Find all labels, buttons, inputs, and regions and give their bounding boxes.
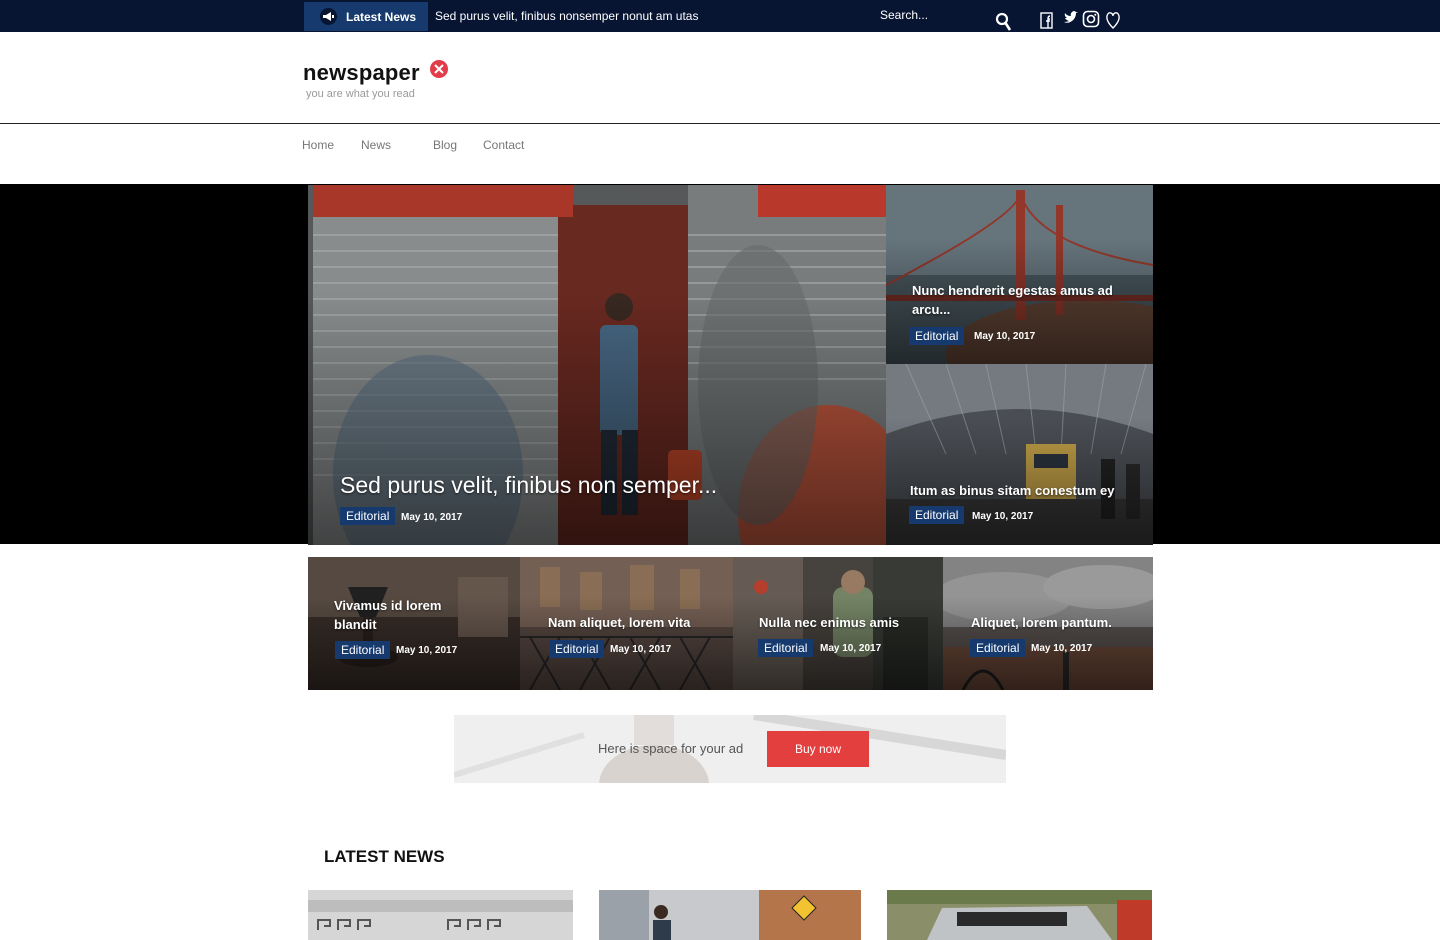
buy-now-button[interactable]: Buy now bbox=[767, 731, 869, 767]
site-tagline: you are what you read bbox=[306, 88, 415, 100]
featured-side-date-1: May 10, 2017 bbox=[974, 331, 1036, 342]
strip-date-2: May 10, 2017 bbox=[610, 644, 672, 655]
instagram-icon[interactable] bbox=[1082, 10, 1100, 30]
logo-pen-icon bbox=[430, 60, 448, 78]
twitter-icon[interactable] bbox=[1063, 10, 1081, 30]
heart-icon[interactable] bbox=[1105, 10, 1123, 30]
latest-news-heading: LATEST NEWS bbox=[324, 847, 445, 866]
featured-side-card-2[interactable]: Itum as binus sitam conestum ey Editoria… bbox=[886, 364, 1153, 545]
brand-header: newspaper you are what you read bbox=[0, 32, 1440, 124]
strip-category-3[interactable]: Editorial bbox=[758, 639, 814, 657]
strip-category-2[interactable]: Editorial bbox=[549, 640, 605, 658]
featured-main-category[interactable]: Editorial bbox=[340, 507, 396, 525]
featured-side-category-1[interactable]: Editorial bbox=[909, 327, 965, 345]
strip-date-3: May 10, 2017 bbox=[820, 643, 882, 654]
strip-title-2[interactable]: Nam aliquet, lorem vita bbox=[548, 613, 718, 632]
strip-date-4: May 10, 2017 bbox=[1031, 643, 1093, 654]
featured-side-title-2[interactable]: Itum as binus sitam conestum ey bbox=[910, 481, 1145, 500]
featured-side-card-1[interactable]: Nunc hendrerit egestas amus ad arcu... E… bbox=[886, 185, 1153, 364]
featured-main-title[interactable]: Sed purus velit, finibus non semper... bbox=[340, 471, 717, 499]
search-input[interactable] bbox=[880, 6, 990, 24]
ad-banner[interactable]: Here is space for your ad Buy now bbox=[454, 715, 1006, 783]
latest-card-3-image[interactable] bbox=[887, 890, 1152, 940]
nav-home[interactable]: Home bbox=[302, 138, 334, 152]
strip-title-4[interactable]: Aliquet, lorem pantum. bbox=[971, 613, 1141, 632]
strip-card-4[interactable]: Aliquet, lorem pantum. Editorial May 10,… bbox=[943, 557, 1153, 690]
featured-side-date-2: May 10, 2017 bbox=[972, 511, 1034, 522]
featured-side-title-1[interactable]: Nunc hendrerit egestas amus ad arcu... bbox=[912, 281, 1132, 319]
search-icon[interactable] bbox=[995, 12, 1013, 32]
megaphone-icon bbox=[320, 8, 337, 25]
ad-text: Here is space for your ad bbox=[598, 741, 744, 756]
latest-card-2-image[interactable] bbox=[599, 890, 861, 940]
latest-card-1-image[interactable] bbox=[308, 890, 573, 940]
strip-card-3[interactable]: Nulla nec enimus amis Editorial May 10, … bbox=[733, 557, 943, 690]
latest-news-tag[interactable]: Latest News bbox=[304, 2, 428, 31]
nav-blog[interactable]: Blog bbox=[433, 138, 457, 152]
featured-side-category-2[interactable]: Editorial bbox=[909, 506, 965, 524]
strip-card-2[interactable]: Nam aliquet, lorem vita Editorial May 10… bbox=[520, 557, 733, 690]
top-bar: Latest News Sed purus velit, finibus non… bbox=[0, 0, 1440, 32]
strip-category-1[interactable]: Editorial bbox=[335, 641, 391, 659]
strip-title-3[interactable]: Nulla nec enimus amis bbox=[759, 613, 929, 632]
news-ticker[interactable]: Sed purus velit, finibus nonsemper nonut… bbox=[435, 9, 698, 23]
site-logo[interactable]: newspaper bbox=[303, 60, 420, 86]
latest-news-label: Latest News bbox=[346, 10, 417, 24]
strip-card-1[interactable]: Vivamus id lorem blandit Editorial May 1… bbox=[308, 557, 520, 690]
featured-main-date: May 10, 2017 bbox=[401, 512, 463, 523]
strip-title-1[interactable]: Vivamus id lorem blandit bbox=[334, 596, 474, 634]
facebook-icon[interactable] bbox=[1039, 10, 1057, 30]
nav-news[interactable]: News bbox=[361, 138, 391, 152]
strip-category-4[interactable]: Editorial bbox=[970, 639, 1026, 657]
nav-contact[interactable]: Contact bbox=[483, 138, 524, 152]
strip-date-1: May 10, 2017 bbox=[396, 645, 458, 656]
featured-main-card[interactable]: Sed purus velit, finibus non semper... E… bbox=[308, 185, 886, 545]
